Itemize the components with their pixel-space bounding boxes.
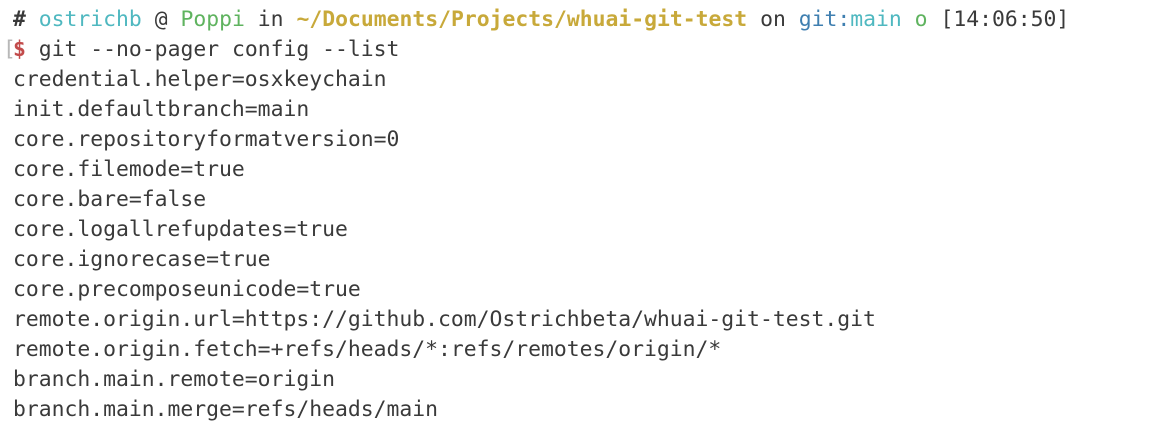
output-line: core.precomposeunicode=true <box>13 277 361 302</box>
prompt-host: Poppi <box>180 7 245 32</box>
mark-bracket: [ <box>3 37 16 62</box>
output-line: core.repositoryformatversion=0 <box>13 127 400 152</box>
output-line: core.bare=false <box>13 187 207 212</box>
output-line: branch.main.merge=refs/heads/main <box>13 397 438 422</box>
output-line: core.filemode=true <box>13 157 245 182</box>
command-text[interactable]: git --no-pager config --list <box>39 37 400 62</box>
output-line: branch.main.remote=origin <box>13 367 335 392</box>
prompt-on: on <box>760 7 786 32</box>
output-line: credential.helper=osxkeychain <box>13 67 387 92</box>
prompt-user: ostrichb <box>38 7 142 32</box>
prompt-git-status: o <box>914 7 928 32</box>
output-line: core.logallrefupdates=true <box>13 217 348 242</box>
prompt-branch: main <box>850 7 902 32</box>
output-line: remote.origin.url=https://github.com/Ost… <box>13 307 876 332</box>
prompt-in: in <box>257 7 284 32</box>
prompt-path: ~/Documents/Projects/whuai-git-test <box>296 7 748 32</box>
output-line: init.defaultbranch=main <box>13 97 310 122</box>
output-line: remote.origin.fetch=+refs/heads/*:refs/r… <box>13 337 722 362</box>
prompt-hash: # <box>13 7 26 32</box>
prompt-time: [14:06:50] <box>940 7 1070 32</box>
shell-prompt: # ostrichb @ Poppi in ~/Documents/Projec… <box>13 5 1166 35</box>
terminal-window[interactable]: # ostrichb @ Poppi in ~/Documents/Projec… <box>0 0 1166 440</box>
prompt-at: @ <box>154 7 168 32</box>
output-line: core.ignorecase=true <box>13 247 271 272</box>
prompt-git-label: git: <box>798 7 851 32</box>
command-line[interactable]: [$ git --no-pager config --list <box>3 35 1166 65</box>
